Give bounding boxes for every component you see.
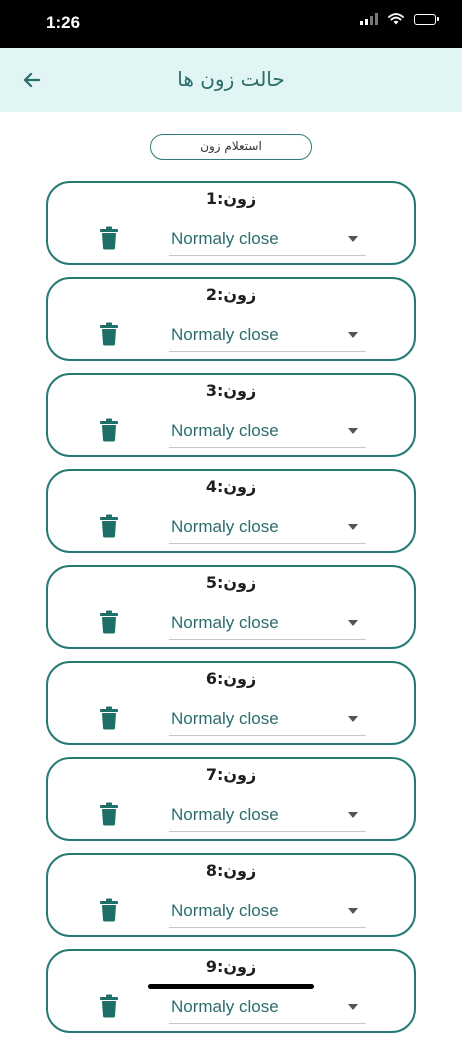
- zone-card: زون:4 Normaly close: [46, 469, 416, 553]
- zone-mode-value: Normaly close: [171, 805, 279, 824]
- zone-title: زون:7: [205, 765, 257, 784]
- caret-down-icon: [348, 908, 358, 914]
- zone-mode-dropdown[interactable]: Normaly close: [169, 319, 366, 352]
- caret-down-icon: [348, 236, 358, 242]
- trash-icon: [100, 610, 118, 634]
- delete-zone-button[interactable]: [98, 226, 120, 250]
- zone-mode-value: Normaly close: [171, 997, 279, 1016]
- caret-down-icon: [348, 428, 358, 434]
- zone-mode-value: Normaly close: [171, 517, 279, 536]
- delete-zone-button[interactable]: [98, 610, 120, 634]
- trash-icon: [100, 898, 118, 922]
- caret-down-icon: [348, 620, 358, 626]
- zone-mode-value: Normaly close: [171, 229, 279, 248]
- zone-mode-dropdown[interactable]: Normaly close: [169, 799, 366, 832]
- zone-title: زون:8: [205, 861, 257, 880]
- zone-mode-value: Normaly close: [171, 325, 279, 344]
- delete-zone-button[interactable]: [98, 706, 120, 730]
- delete-zone-button[interactable]: [98, 802, 120, 826]
- zone-card: زون:2 Normaly close: [46, 277, 416, 361]
- zone-mode-dropdown[interactable]: Normaly close: [169, 223, 366, 256]
- delete-zone-button[interactable]: [98, 514, 120, 538]
- trash-icon: [100, 322, 118, 346]
- wifi-icon: [388, 13, 404, 25]
- delete-zone-button[interactable]: [98, 994, 120, 1018]
- trash-icon: [100, 514, 118, 538]
- zone-title: زون:3: [205, 381, 257, 400]
- zone-mode-value: Normaly close: [171, 613, 279, 632]
- app-bar: حالت زون ها: [0, 48, 462, 112]
- zone-mode-dropdown[interactable]: Normaly close: [169, 607, 366, 640]
- zone-mode-value: Normaly close: [171, 709, 279, 728]
- zone-title: زون:2: [205, 285, 257, 304]
- caret-down-icon: [348, 524, 358, 530]
- trash-icon: [100, 802, 118, 826]
- zone-card: زون:1 Normaly close: [46, 181, 416, 265]
- zone-query-button[interactable]: استعلام زون: [150, 134, 312, 160]
- zone-card: زون:7 Normaly close: [46, 757, 416, 841]
- trash-icon: [100, 706, 118, 730]
- zone-mode-value: Normaly close: [171, 421, 279, 440]
- caret-down-icon: [348, 812, 358, 818]
- zone-mode-dropdown[interactable]: Normaly close: [169, 703, 366, 736]
- trash-icon: [100, 418, 118, 442]
- trash-icon: [100, 226, 118, 250]
- cellular-signal-icon: [360, 13, 378, 25]
- caret-down-icon: [348, 1004, 358, 1010]
- status-bar: 1:26: [0, 0, 462, 48]
- zone-card: زون:8 Normaly close: [46, 853, 416, 937]
- zone-title: زون:5: [205, 573, 257, 592]
- zone-card: زون:6 Normaly close: [46, 661, 416, 745]
- zone-mode-dropdown[interactable]: Normaly close: [169, 415, 366, 448]
- caret-down-icon: [348, 716, 358, 722]
- trash-icon: [100, 994, 118, 1018]
- zone-mode-value: Normaly close: [171, 901, 279, 920]
- home-indicator: [148, 984, 314, 989]
- battery-icon: [414, 13, 439, 25]
- zone-title: زون:9: [205, 957, 257, 976]
- delete-zone-button[interactable]: [98, 418, 120, 442]
- delete-zone-button[interactable]: [98, 898, 120, 922]
- zone-card: زون:5 Normaly close: [46, 565, 416, 649]
- zone-title: زون:1: [205, 189, 257, 208]
- page-title: حالت زون ها: [177, 67, 285, 91]
- zone-card: زون:3 Normaly close: [46, 373, 416, 457]
- status-icons: [360, 13, 439, 25]
- zone-title: زون:6: [205, 669, 257, 688]
- delete-zone-button[interactable]: [98, 322, 120, 346]
- zone-mode-dropdown[interactable]: Normaly close: [169, 895, 366, 928]
- caret-down-icon: [348, 332, 358, 338]
- zone-list: زون:1 Normaly close زون:2 Normaly close زون:…: [46, 181, 416, 1045]
- status-time: 1:26: [46, 13, 81, 32]
- zone-mode-dropdown[interactable]: Normaly close: [169, 511, 366, 544]
- zone-card: زون:9 Normaly close: [46, 949, 416, 1033]
- zone-mode-dropdown[interactable]: Normaly close: [169, 991, 366, 1024]
- zone-title: زون:4: [205, 477, 257, 496]
